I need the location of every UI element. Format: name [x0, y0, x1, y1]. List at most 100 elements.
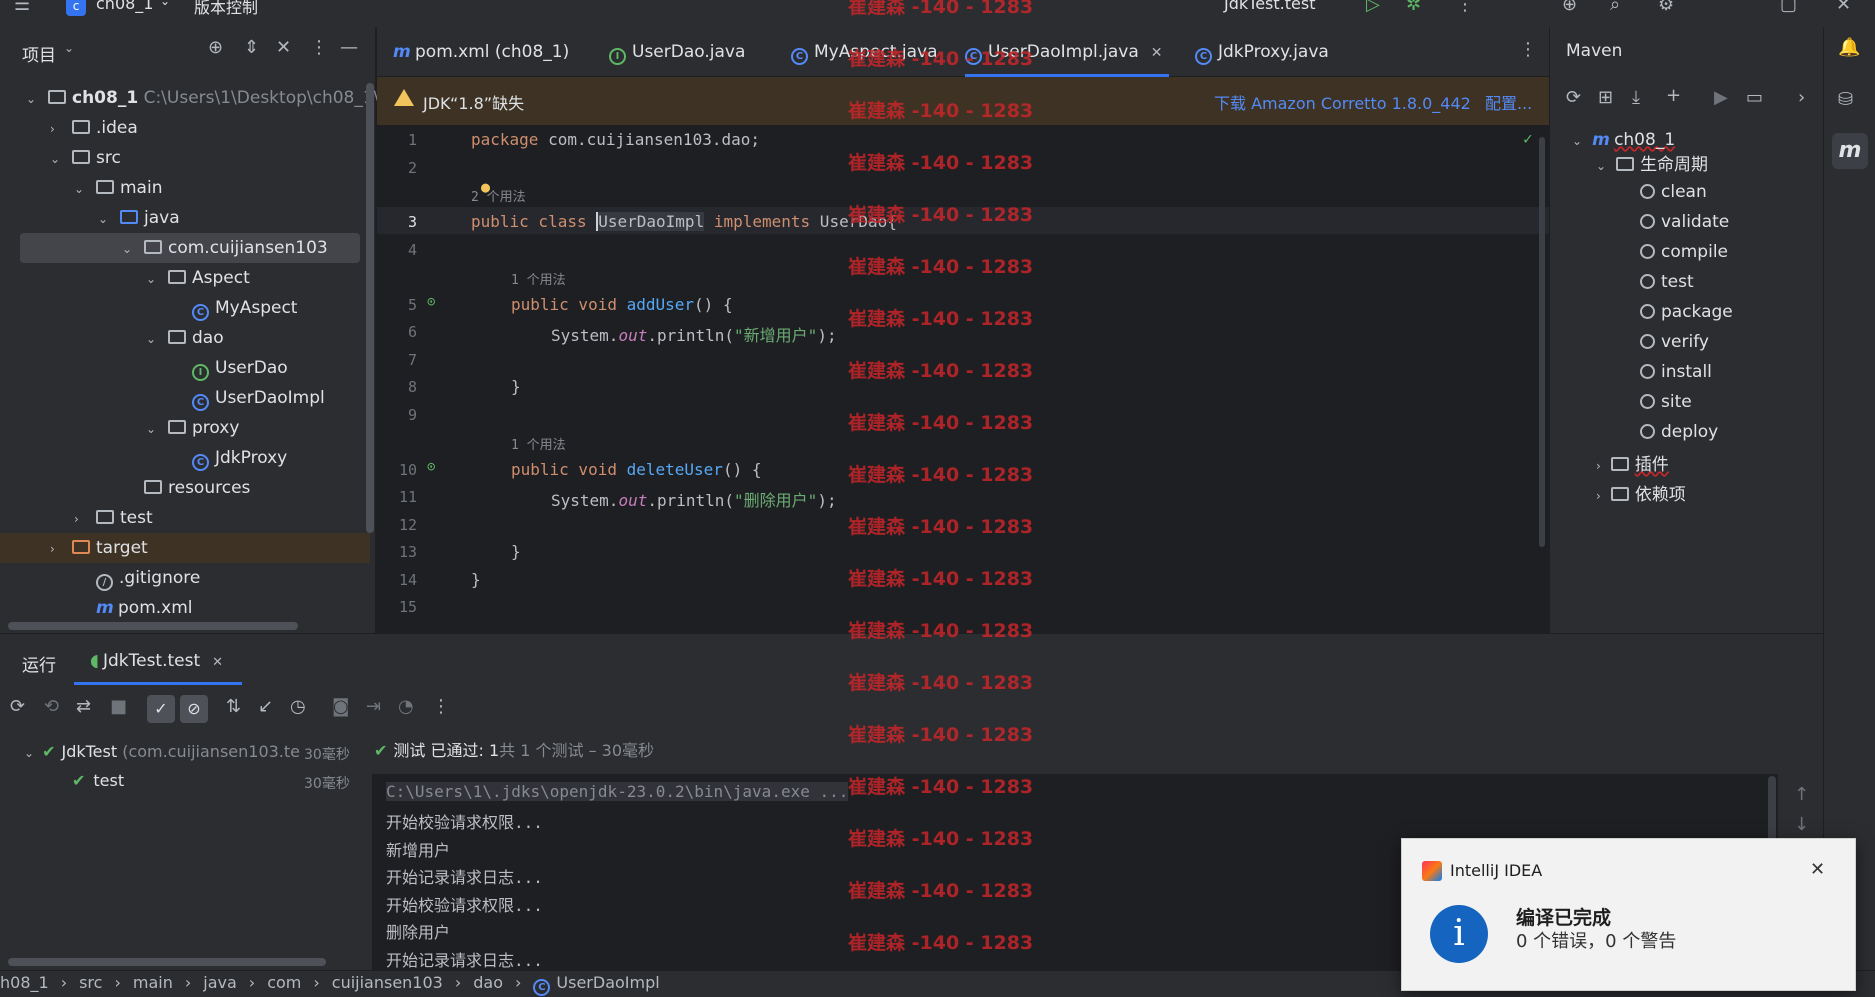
tree-item[interactable]: C UserDaoImpl	[0, 383, 370, 413]
tree-item[interactable]: C MyAspect	[0, 293, 370, 323]
run-maven-icon[interactable]: ▶	[1714, 87, 1728, 108]
breadcrumb-item[interactable]: main	[133, 973, 173, 992]
scroll-up-icon[interactable]: ↑	[1794, 784, 1809, 805]
breadcrumb-item[interactable]: h08_1	[0, 973, 49, 992]
tree-item[interactable]: m pom.xml	[0, 593, 370, 623]
tree-item[interactable]: ⌄ dao	[0, 323, 370, 353]
close-window-icon[interactable]: ✕	[1836, 0, 1851, 15]
tree-item[interactable]: ⌄ proxy	[0, 413, 370, 443]
tree-item[interactable]: C JdkProxy	[0, 443, 370, 473]
download-jdk-link[interactable]: 下载 Amazon Corretto 1.8.0_442	[1214, 90, 1471, 114]
breadcrumb-item[interactable]: java	[203, 973, 237, 992]
implements-gutter-icon[interactable]: ⊙	[427, 294, 435, 310]
tree-item[interactable]: ⌄ java	[0, 203, 370, 233]
implements-gutter-icon[interactable]: ⊙	[427, 459, 435, 475]
maven-goal-site[interactable]: site	[1640, 387, 1692, 417]
tab-pom-xml[interactable]: m pom.xml (ch08_1)	[393, 27, 569, 77]
configure-link[interactable]: 配置...	[1485, 90, 1532, 114]
notifications-icon[interactable]: 🔔	[1838, 37, 1860, 58]
tree-item[interactable]: ⌄ Aspect	[0, 263, 370, 293]
maven-goal-validate[interactable]: validate	[1640, 207, 1729, 237]
import-icon[interactable]: ⇥	[366, 696, 381, 717]
maven-goal-clean[interactable]: clean	[1640, 177, 1707, 207]
tree-item[interactable]: ⌄ ch08_1 C:\Users\1\Desktop\ch08_1\ch	[0, 83, 400, 114]
chevron-down-icon[interactable]: ⌄	[122, 234, 136, 264]
usage-hint[interactable]: 2 个用法	[471, 186, 526, 205]
chevron-down-icon[interactable]: ⌄	[146, 324, 160, 354]
vcs-selector[interactable]: 版本控制	[194, 0, 258, 18]
chevron-down-icon[interactable]: ⌄	[50, 144, 64, 174]
generate-sources-icon[interactable]: ⊞	[1598, 87, 1613, 108]
maven-goal-package[interactable]: package	[1640, 297, 1733, 327]
maven-goal-verify[interactable]: verify	[1640, 327, 1709, 357]
add-icon[interactable]: +	[1666, 85, 1681, 106]
run-config-selector[interactable]: JdkTest.test	[1224, 0, 1315, 13]
expand-all-icon[interactable]: ⇕	[244, 37, 259, 58]
toggle-auto-test-icon[interactable]: ⇄	[76, 696, 91, 717]
options-icon[interactable]: ⋮	[310, 37, 328, 58]
close-tab-icon[interactable]: ✕	[1151, 45, 1163, 61]
debug-icon[interactable]: ✲	[1406, 0, 1421, 15]
maven-goal-test[interactable]: test	[1640, 267, 1694, 297]
maven-tool-icon[interactable]: m	[1832, 133, 1868, 169]
rerun-failed-icon[interactable]: ⟲	[44, 696, 59, 717]
tree-hscrollbar[interactable]	[8, 622, 298, 630]
more-icon[interactable]: ⋮	[1456, 0, 1474, 15]
editor-scrollbar[interactable]	[1539, 137, 1545, 547]
maven-lifecycle-node[interactable]: ⌄ 生命周期	[1596, 150, 1708, 180]
more-icon[interactable]: ⋮	[432, 696, 450, 717]
tree-item[interactable]: › target	[0, 533, 370, 563]
scroll-down-icon[interactable]: ↓	[1794, 814, 1809, 835]
tree-item[interactable]: ⌄ src	[0, 143, 370, 173]
tree-scrollbar[interactable]	[366, 83, 374, 533]
chevron-down-icon[interactable]: ⌄	[26, 84, 40, 114]
tab-options-icon[interactable]: ⋮	[1519, 39, 1537, 60]
chevron-down-icon[interactable]: ⌄	[146, 414, 160, 444]
tree-item[interactable]: ⌄ com.cuijiansen103	[20, 233, 360, 263]
stop-icon[interactable]: ■	[110, 696, 127, 717]
tab-userdao[interactable]: I UserDao.java	[609, 27, 745, 77]
hide-icon[interactable]: —	[340, 37, 358, 58]
chevron-down-icon[interactable]: ⌄	[74, 174, 88, 204]
tree-item[interactable]: ⌄ main	[0, 173, 370, 203]
show-ignored-icon[interactable]: ⊘	[180, 695, 208, 723]
project-panel-title[interactable]: 项目	[22, 41, 56, 66]
execute-goal-icon[interactable]: ▭	[1746, 87, 1763, 108]
rerun-icon[interactable]: ⟳	[10, 696, 25, 717]
database-icon[interactable]: ⛁	[1838, 89, 1853, 110]
tree-item[interactable]: › test	[0, 503, 370, 533]
usage-hint[interactable]: 1 个用法	[511, 434, 566, 453]
camera-icon[interactable]: ◙	[332, 696, 349, 717]
reload-icon[interactable]: ⟳	[1566, 87, 1581, 108]
chevron-right-icon[interactable]: ›	[1798, 87, 1805, 108]
maven-goal-compile[interactable]: compile	[1640, 237, 1728, 267]
project-selector[interactable]: ch08_1	[96, 0, 153, 13]
maximize-icon[interactable]: ▢	[1780, 0, 1797, 15]
tab-jdkproxy[interactable]: C JdkProxy.java	[1195, 27, 1329, 77]
maven-goal-deploy[interactable]: deploy	[1640, 417, 1718, 447]
maven-plugins-node[interactable]: › 插件	[1596, 450, 1669, 480]
history-icon[interactable]: ◷	[290, 696, 306, 717]
close-notification-icon[interactable]: ✕	[1810, 859, 1825, 880]
tree-item[interactable]: / .gitignore	[0, 563, 370, 593]
chevron-right-icon[interactable]: ›	[50, 534, 64, 564]
coverage-icon[interactable]: ◔	[398, 696, 414, 717]
chevron-right-icon[interactable]: ›	[74, 504, 88, 534]
download-icon[interactable]: ⤓	[1632, 87, 1640, 108]
usage-hint[interactable]: 1 个用法	[511, 269, 566, 288]
collapse-all-icon[interactable]: ✕	[276, 37, 291, 58]
breadcrumb-item[interactable]: dao	[473, 973, 503, 992]
run-icon[interactable]: ▷	[1366, 0, 1380, 15]
close-tab-icon[interactable]: ✕	[212, 655, 223, 670]
main-menu-icon[interactable]: ☰	[14, 0, 30, 15]
show-passed-icon[interactable]: ✓	[147, 695, 175, 723]
tree-item[interactable]: resources	[0, 473, 370, 503]
test-tree-scrollbar[interactable]	[8, 958, 326, 966]
tab-run-config[interactable]: ◖ JdkTest.test ✕	[90, 651, 223, 671]
chevron-right-icon[interactable]: ›	[50, 114, 64, 144]
sort-icon[interactable]: ⇅	[226, 696, 241, 717]
search-icon[interactable]: ⌕	[1610, 0, 1620, 15]
locate-icon[interactable]: ⊕	[208, 37, 223, 58]
chevron-down-icon[interactable]: ⌄	[98, 204, 112, 234]
maven-goal-install[interactable]: install	[1640, 357, 1712, 387]
